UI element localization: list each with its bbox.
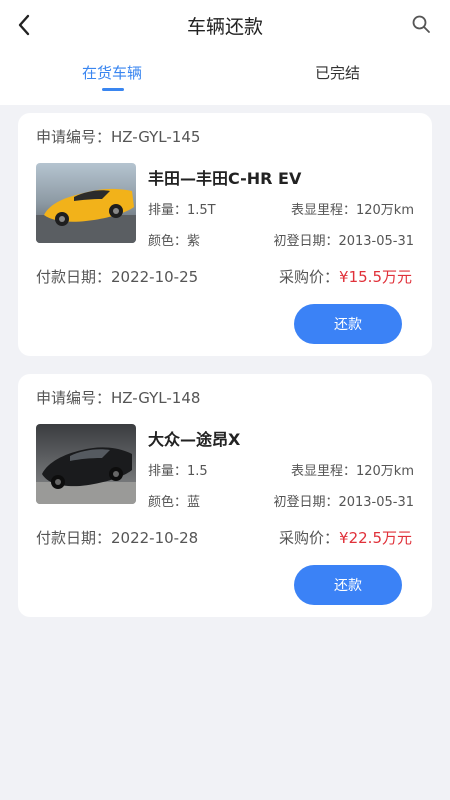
application-number: 申请编号：HZ-GYL-145 xyxy=(36,128,201,146)
payment-date: 付款日期：2022-10-28 xyxy=(36,529,199,547)
purchase-price: 采购价：¥15.5万元 xyxy=(279,266,412,287)
price-value: ¥22.5万元 xyxy=(339,529,412,547)
car-thumbnail xyxy=(36,163,136,243)
car-name: 丰田—丰田C-HR EV xyxy=(148,169,302,188)
search-icon xyxy=(412,15,430,33)
price-label: 采购价： xyxy=(279,529,340,547)
vehicle-card: 申请编号：HZ-GYL-148 大众—途昂X 排量：1.5 表显里程：120万k… xyxy=(18,374,432,617)
payment-date: 付款日期：2022-10-25 xyxy=(36,268,199,286)
car-color: 颜色：蓝 xyxy=(148,495,201,510)
mileage: 表显里程：120万km xyxy=(290,203,414,218)
repay-button[interactable]: 还款 xyxy=(294,304,402,344)
car-thumbnail xyxy=(36,424,136,504)
top-bar: 车辆还款 在货车辆 已完结 xyxy=(0,0,450,105)
car-color: 颜色：紫 xyxy=(148,234,201,249)
mileage: 表显里程：120万km xyxy=(290,464,414,479)
purchase-price: 采购价：¥22.5万元 xyxy=(279,527,412,548)
price-value: ¥15.5万元 xyxy=(339,268,412,286)
displacement: 排量：1.5T xyxy=(148,203,216,218)
displacement: 排量：1.5 xyxy=(148,464,208,479)
tab-in-stock[interactable]: 在货车辆 xyxy=(82,62,142,83)
price-label: 采购价： xyxy=(279,268,340,286)
repay-button[interactable]: 还款 xyxy=(294,565,402,605)
car-name: 大众—途昂X xyxy=(148,430,241,449)
page-title: 车辆还款 xyxy=(186,16,263,38)
first-registration-date: 初登日期：2013-05-31 xyxy=(273,495,414,510)
application-number: 申请编号：HZ-GYL-148 xyxy=(36,389,201,407)
active-tab-indicator xyxy=(102,88,124,91)
tab-completed[interactable]: 已完结 xyxy=(315,62,360,83)
search-button[interactable] xyxy=(410,13,432,35)
first-registration-date: 初登日期：2013-05-31 xyxy=(273,234,414,249)
vehicle-card: 申请编号：HZ-GYL-145 丰田—丰田C-HR EV 排量：1.5T 表显里… xyxy=(18,113,432,356)
